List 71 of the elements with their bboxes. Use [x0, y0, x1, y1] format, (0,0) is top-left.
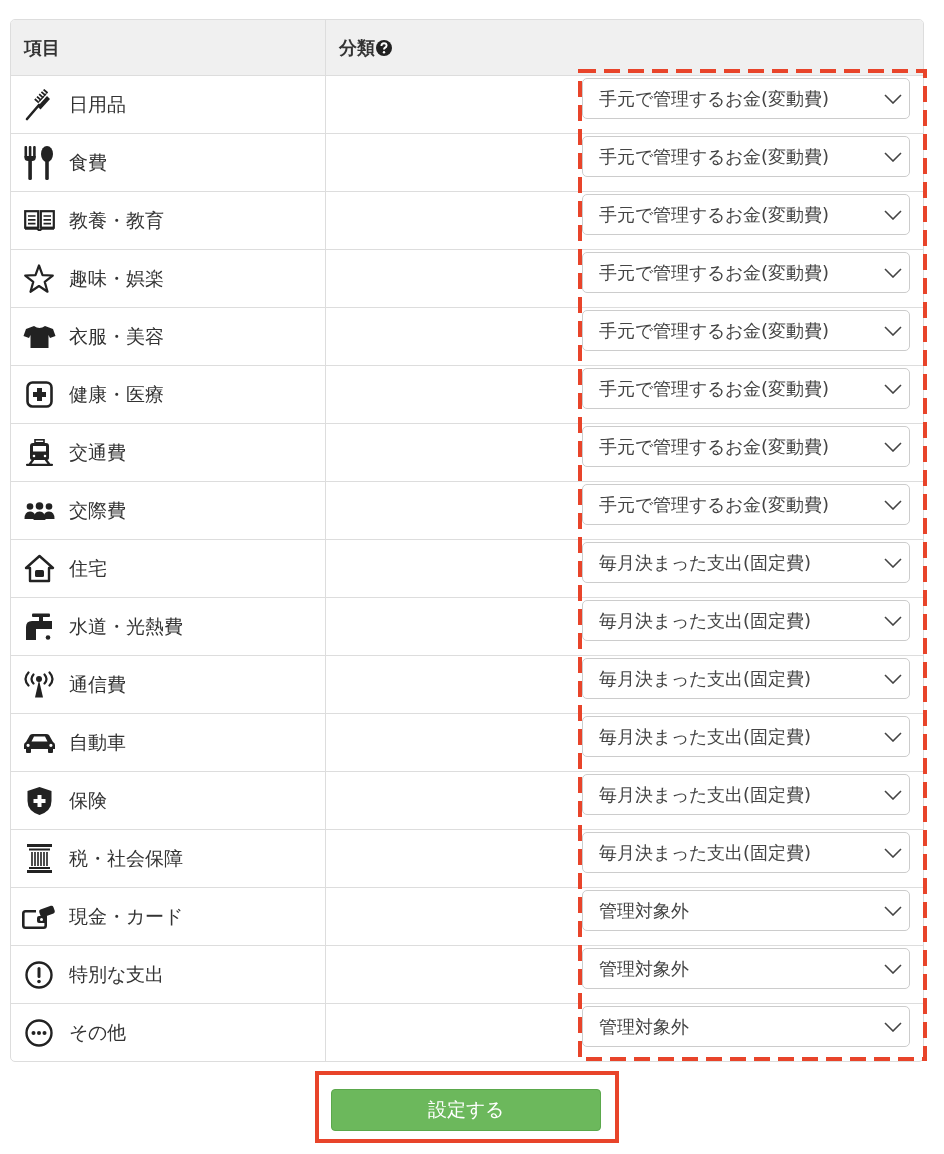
chevron-down-icon: [884, 267, 902, 278]
chevron-down-icon: [884, 731, 902, 742]
category-dropdown[interactable]: 手元で管理するお金(変動費): [582, 252, 910, 293]
chevron-down-icon: [884, 383, 902, 394]
chevron-down-icon: [884, 673, 902, 684]
faucet-icon: [24, 612, 54, 641]
category-dropdown[interactable]: 手元で管理するお金(変動費): [582, 368, 910, 409]
category-label: 水道・光熱費: [69, 613, 183, 639]
house-icon: [23, 554, 55, 583]
category-label: 通信費: [69, 671, 126, 697]
chevron-down-icon: [884, 325, 902, 336]
toothbrush-icon: [25, 88, 53, 121]
category-dropdown[interactable]: 手元で管理するお金(変動費): [582, 426, 910, 467]
category-dropdown[interactable]: 手元で管理するお金(変動費): [582, 78, 910, 119]
category-dropdown[interactable]: 手元で管理するお金(変動費): [582, 136, 910, 177]
star-icon: [23, 263, 55, 294]
category-label: 現金・カード: [69, 903, 183, 929]
category-label: その他: [69, 1019, 126, 1045]
category-dropdown[interactable]: 管理対象外: [582, 1006, 910, 1047]
category-dropdown[interactable]: 管理対象外: [582, 948, 910, 989]
exclamation-circle-icon: [25, 960, 53, 989]
shield-plus-icon: [25, 785, 53, 816]
column-header: 項目: [24, 35, 60, 60]
chevron-down-icon: [884, 905, 902, 916]
chevron-down-icon: [884, 789, 902, 800]
category-label: 健康・医療: [69, 381, 164, 407]
chevron-down-icon: [884, 499, 902, 510]
antenna-icon: [23, 671, 55, 698]
category-label: 交際費: [69, 497, 126, 523]
t-shirt-icon: [22, 325, 56, 348]
ellipsis-circle-icon: [25, 1018, 53, 1047]
chevron-down-icon: [884, 847, 902, 858]
category-dropdown[interactable]: 毎月決まった支出(固定費): [582, 600, 910, 641]
category-label: 住宅: [69, 555, 107, 581]
category-label: 特別な支出: [69, 961, 164, 987]
open-book-icon: [23, 210, 55, 231]
train-icon: [25, 439, 53, 466]
chevron-down-icon: [884, 93, 902, 104]
category-label: 保険: [69, 787, 107, 813]
category-dropdown[interactable]: 毎月決まった支出(固定費): [582, 658, 910, 699]
chevron-down-icon: [884, 963, 902, 974]
category-dropdown[interactable]: 毎月決まった支出(固定費): [582, 542, 910, 583]
chevron-down-icon: [884, 209, 902, 220]
column-header: 分類: [339, 35, 375, 60]
pillar-icon: [26, 844, 52, 873]
wallet-icon: [21, 904, 57, 929]
chevron-down-icon: [884, 441, 902, 452]
first-aid-icon: [25, 381, 53, 408]
chevron-down-icon: [884, 557, 902, 568]
category-dropdown[interactable]: 手元で管理するお金(変動費): [582, 310, 910, 351]
category-dropdown[interactable]: 毎月決まった支出(固定費): [582, 716, 910, 757]
chevron-down-icon: [884, 615, 902, 626]
fork-spoon-icon: [24, 145, 54, 180]
category-label: 趣味・娯楽: [69, 265, 164, 291]
category-label: 自動車: [69, 729, 126, 755]
category-label: 食費: [69, 149, 107, 175]
category-label: 衣服・美容: [69, 323, 164, 349]
category-label: 税・社会保障: [69, 845, 183, 871]
category-dropdown[interactable]: 手元で管理するお金(変動費): [582, 484, 910, 525]
help-icon[interactable]: [376, 39, 392, 56]
people-icon: [23, 501, 55, 520]
category-dropdown[interactable]: 管理対象外: [582, 890, 910, 931]
category-dropdown[interactable]: 手元で管理するお金(変動費): [582, 194, 910, 235]
category-label: 交通費: [69, 439, 126, 465]
category-dropdown[interactable]: 毎月決まった支出(固定費): [582, 832, 910, 873]
car-icon: [22, 732, 56, 753]
category-dropdown[interactable]: 毎月決まった支出(固定費): [582, 774, 910, 815]
category-label: 教養・教育: [69, 207, 164, 233]
chevron-down-icon: [884, 1021, 902, 1032]
chevron-down-icon: [884, 151, 902, 162]
category-label: 日用品: [69, 91, 126, 117]
